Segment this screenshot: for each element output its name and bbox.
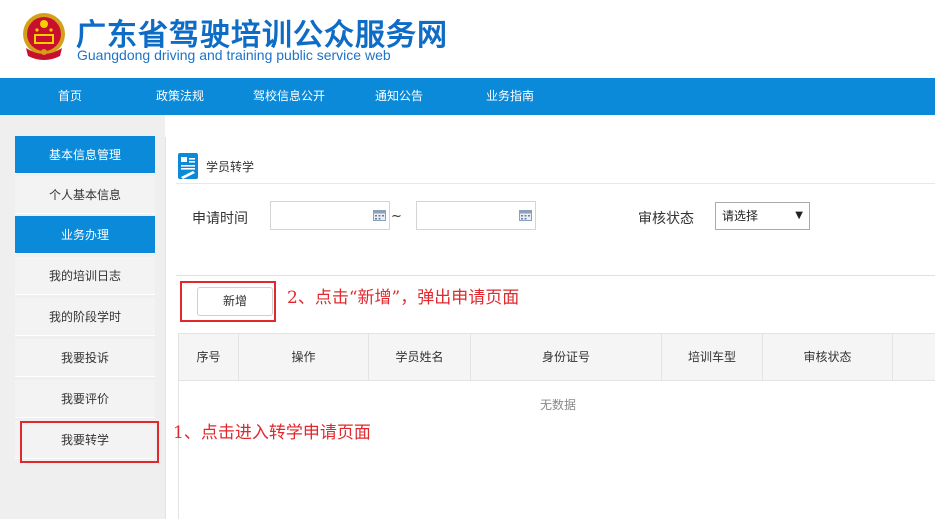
sidebar-item-stage-hours[interactable]: 我的阶段学时 <box>15 298 155 336</box>
sidebar-item-training-log[interactable]: 我的培训日志 <box>15 257 155 295</box>
column-header-id-number: 身份证号 <box>471 334 662 380</box>
column-header-vehicle-type: 培训车型 <box>662 334 763 380</box>
column-header-index: 序号 <box>179 334 239 380</box>
form-document-icon <box>178 153 198 179</box>
start-date-input[interactable] <box>270 201 390 230</box>
calendar-icon[interactable] <box>519 210 532 221</box>
main-panel: 学员转学 申请时间 ~ 审核状态 请选择 ▼ 新增 序号 操作 学员姓名 身份证… <box>165 137 935 519</box>
sidebar-heading-basic-info: 基本信息管理 <box>15 136 155 174</box>
sidebar-item-evaluate[interactable]: 我要评价 <box>15 380 155 418</box>
calendar-icon[interactable] <box>373 210 386 221</box>
end-date-input[interactable] <box>416 201 536 230</box>
column-header-actions: 操作 <box>239 334 369 380</box>
sidebar: 基本信息管理 个人基本信息 业务办理 我的培训日志 我的阶段学时 我要投诉 我要… <box>0 115 165 519</box>
sidebar-heading-business: 业务办理 <box>15 216 155 254</box>
status-select[interactable]: 请选择 ▼ <box>715 202 810 230</box>
sidebar-item-complaint[interactable]: 我要投诉 <box>15 339 155 377</box>
status-select-value: 请选择 <box>722 209 759 223</box>
filter-divider <box>176 275 935 276</box>
add-button-highlight-box <box>180 281 276 322</box>
site-subtitle: Guangdong driving and training public se… <box>77 47 391 63</box>
title-divider <box>176 183 935 184</box>
range-separator: ~ <box>391 209 402 224</box>
sidebar-item-personal-info[interactable]: 个人基本信息 <box>15 176 155 214</box>
status-label: 审核状态 <box>638 211 694 227</box>
column-header-student-name: 学员姓名 <box>369 334 471 380</box>
nav-item-school-info[interactable]: 驾校信息公开 <box>240 78 338 115</box>
transfer-highlight-box <box>20 421 159 463</box>
nav-item-notices[interactable]: 通知公告 <box>363 78 435 115</box>
column-header-review-status: 审核状态 <box>763 334 893 380</box>
national-emblem-icon <box>23 13 65 60</box>
table-header: 序号 操作 学员姓名 身份证号 培训车型 审核状态 <box>179 334 935 381</box>
table-empty-message: 无数据 <box>539 398 576 412</box>
chevron-down-icon: ▼ <box>795 210 803 221</box>
step1-callout: 1、点击进入转学申请页面 <box>173 423 371 443</box>
site-header: 广东省驾驶培训公众服务网 Guangdong driving and train… <box>0 0 935 78</box>
top-nav: 首页 政策法规 驾校信息公开 通知公告 业务指南 <box>0 78 935 115</box>
apply-time-label: 申请时间 <box>192 211 248 227</box>
nav-item-guide[interactable]: 业务指南 <box>474 78 546 115</box>
page-title: 学员转学 <box>206 160 255 174</box>
nav-item-policy[interactable]: 政策法规 <box>145 78 215 115</box>
step2-callout: 2、点击“新增”，弹出申请页面 <box>287 288 520 308</box>
nav-item-home[interactable]: 首页 <box>40 78 100 115</box>
